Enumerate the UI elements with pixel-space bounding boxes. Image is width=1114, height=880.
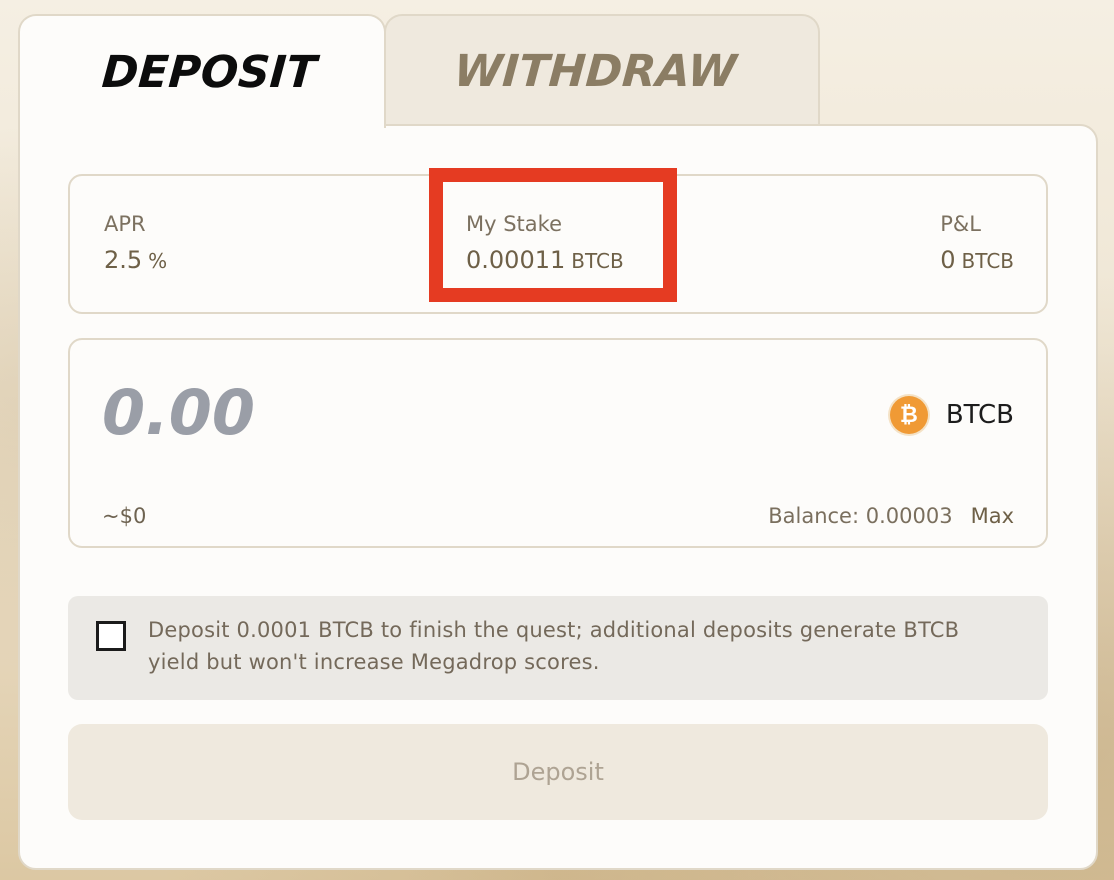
- tab-deposit[interactable]: DEPOSIT: [18, 14, 386, 128]
- pnl-label: P&L: [940, 212, 982, 236]
- tab-deposit-label: DEPOSIT: [100, 46, 319, 98]
- balance-text: Balance: 0.00003: [768, 504, 953, 528]
- token-selector: ₿ BTCB: [889, 396, 1014, 434]
- max-button[interactable]: Max: [971, 504, 1014, 528]
- amount-input[interactable]: [102, 376, 522, 449]
- tab-joint: [20, 122, 384, 128]
- tab-withdraw[interactable]: WITHDRAW: [384, 14, 820, 126]
- tab-withdraw-label: WITHDRAW: [452, 45, 738, 97]
- quest-notice: Deposit 0.0001 BTCB to finish the quest;…: [68, 596, 1048, 700]
- deposit-button[interactable]: Deposit: [68, 724, 1048, 820]
- balance-row: Balance: 0.00003 Max: [768, 504, 1014, 528]
- quest-text: Deposit 0.0001 BTCB to finish the quest;…: [148, 618, 960, 674]
- stat-pnl: P&L 0 BTCB: [940, 212, 1014, 274]
- apr-unit: %: [148, 249, 168, 273]
- amount-panel: ₿ BTCB ~$0 Balance: 0.00003 Max: [68, 338, 1048, 548]
- pnl-unit: BTCB: [961, 249, 1014, 273]
- my-stake-highlight-box: [429, 168, 677, 302]
- apr-value-row: 2.5%: [104, 246, 167, 274]
- bitcoin-icon: ₿: [889, 396, 928, 434]
- apr-label: APR: [104, 212, 146, 236]
- pnl-value: 0: [940, 246, 956, 274]
- usd-value: ~$0: [102, 504, 147, 528]
- apr-value: 2.5: [104, 246, 143, 274]
- token-name: BTCB: [945, 400, 1014, 430]
- stat-apr: APR 2.5%: [104, 212, 167, 274]
- pnl-value-row: 0 BTCB: [940, 246, 1014, 274]
- checkbox-icon[interactable]: [96, 621, 126, 651]
